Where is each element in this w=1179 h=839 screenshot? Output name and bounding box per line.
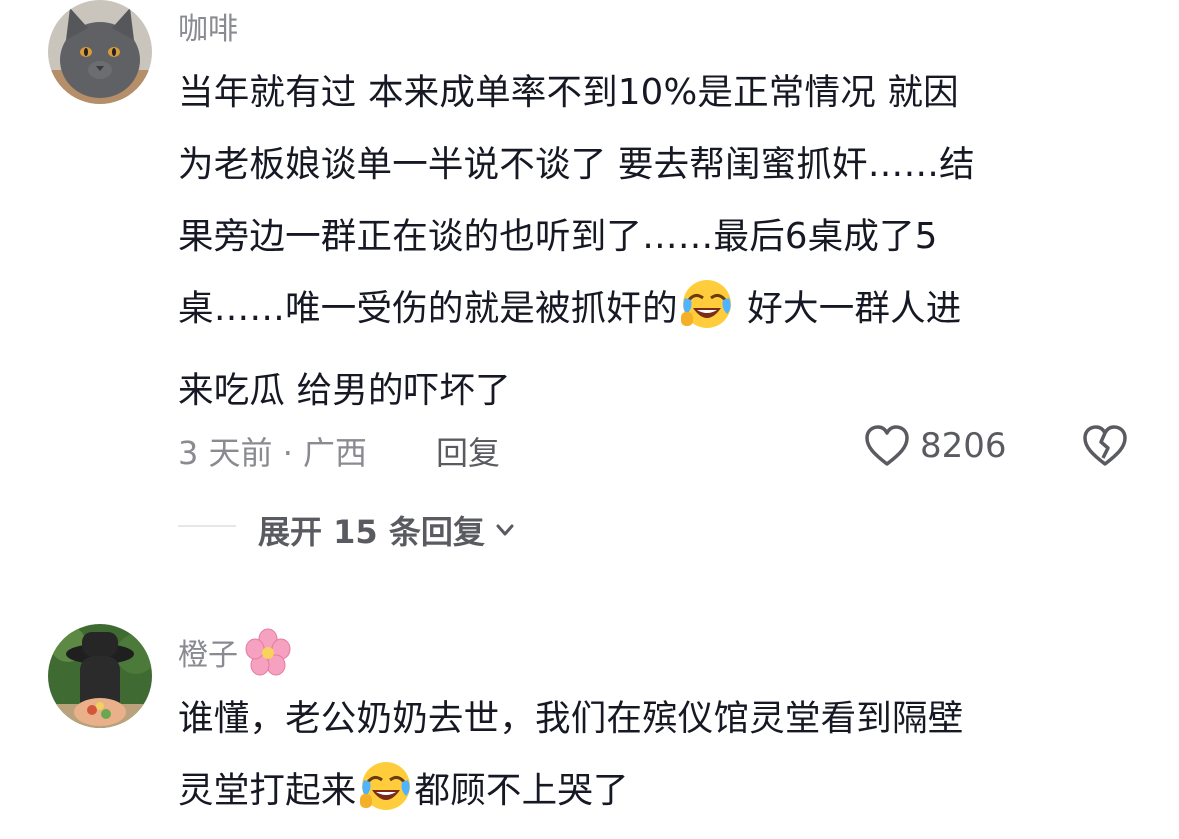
comment-line-segment: 桌……唯一受伤的就是被抓奸的 xyxy=(178,288,678,329)
avatar-comment-2[interactable] xyxy=(48,624,152,728)
comment-time-location: 3 天前 · 广西 xyxy=(178,434,368,472)
comment-line: 为老板娘谈单一半说不谈了 要去帮闺蜜抓奸……结 xyxy=(178,144,975,185)
laughing-tears-emoji-icon xyxy=(680,278,733,355)
comment-body-1: 当年就有过 本来成单率不到10%是正常情况 就因 为老板娘谈单一半说不谈了 要去… xyxy=(178,57,975,427)
bottom-fade xyxy=(0,809,1179,839)
person-hat-avatar-icon xyxy=(48,624,152,728)
expand-replies-button[interactable]: 展开 15 条回复 xyxy=(258,507,517,553)
like-count: 8206 xyxy=(920,426,1007,466)
comment-line: 来吃瓜 给男的吓坏了 xyxy=(178,370,511,411)
comment-line: 桌……唯一受伤的就是被抓奸的 好大一群人进 xyxy=(178,273,975,355)
avatar-comment-1[interactable] xyxy=(48,0,152,104)
username-comment-2[interactable]: 橙子 xyxy=(178,628,292,676)
comment-line-segment: 好大一群人进 xyxy=(735,288,962,329)
expand-replies-label: 展开 15 条回复 xyxy=(258,513,485,551)
comment-line-segment: 灵堂打起来 xyxy=(178,770,357,811)
chevron-down-icon xyxy=(496,524,514,536)
comment-line-segment: 都顾不上哭了 xyxy=(414,770,629,811)
reply-divider xyxy=(178,525,236,527)
gray-cat-avatar-icon xyxy=(48,0,152,104)
dislike-button[interactable] xyxy=(1082,424,1128,472)
broken-heart-icon xyxy=(1083,425,1127,466)
username-comment-1[interactable]: 咖啡 xyxy=(178,4,238,48)
reply-button[interactable]: 回复 xyxy=(436,428,500,474)
cherry-blossom-emoji-icon xyxy=(245,628,291,676)
username-label: 橙子 xyxy=(178,638,238,673)
comment-line: 果旁边一群正在谈的也听到了……最后6桌成了5 xyxy=(178,216,938,257)
comment-line: 当年就有过 本来成单率不到10%是正常情况 就因 xyxy=(178,72,959,113)
comment-line: 谁懂，老公奶奶去世，我们在殡仪馆灵堂看到隔壁 xyxy=(178,698,964,739)
heart-outline-icon xyxy=(865,425,909,466)
like-button[interactable]: 8206 xyxy=(864,424,1007,468)
